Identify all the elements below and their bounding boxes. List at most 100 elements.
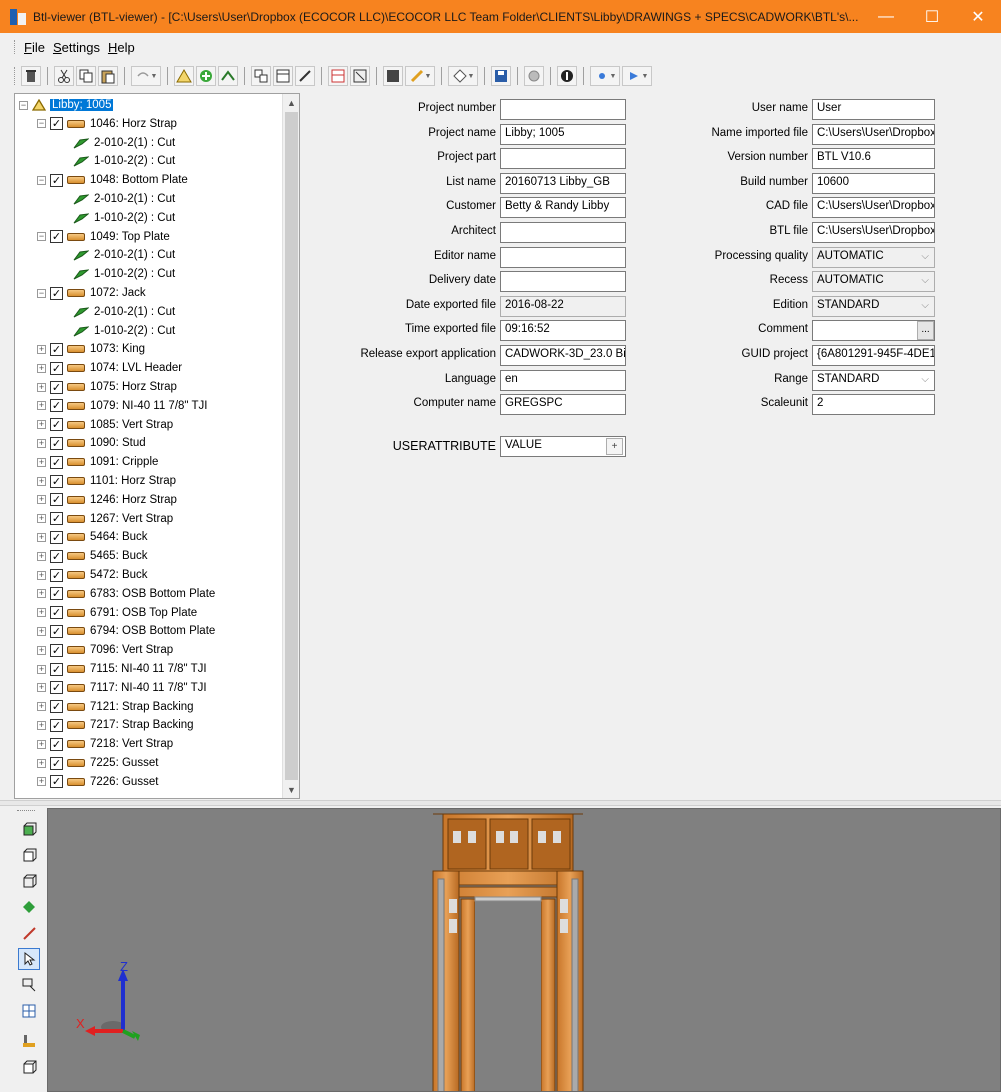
expand-toggle-icon[interactable]: +: [37, 476, 46, 486]
tree-node[interactable]: + ✓ 1073: King: [37, 340, 145, 358]
tree-node[interactable]: 1-010-2(2) : Cut: [73, 152, 175, 170]
expand-toggle-icon[interactable]: +: [37, 438, 46, 448]
part-checkbox[interactable]: ✓: [50, 399, 63, 413]
part-checkbox[interactable]: ✓: [50, 606, 63, 620]
tree-node[interactable]: + ✓ 6791: OSB Top Plate: [37, 604, 197, 622]
expand-toggle-icon[interactable]: +: [37, 344, 46, 354]
name-imported-field[interactable]: C:\Users\User\Dropbox: [812, 123, 935, 145]
part-checkbox[interactable]: ✓: [50, 342, 63, 356]
menu-file[interactable]: File: [20, 40, 49, 55]
measure-button[interactable]: [18, 922, 40, 944]
tree-node[interactable]: + ✓ 1075: Horz Strap: [37, 378, 177, 396]
build-number-field[interactable]: 10600: [812, 172, 935, 194]
expand-toggle-icon[interactable]: +: [37, 626, 46, 636]
tree-node[interactable]: 2-010-2(1) : Cut: [73, 190, 175, 208]
tree-root[interactable]: − Libby; 1005: [19, 96, 114, 114]
editor-name-field[interactable]: [500, 246, 626, 268]
tree-node[interactable]: + ✓ 7121: Strap Backing: [37, 698, 194, 716]
nav-prev-button[interactable]: ▼: [590, 66, 620, 86]
view-front-button[interactable]: [18, 818, 40, 840]
part-checkbox[interactable]: ✓: [50, 230, 63, 244]
expand-toggle-icon[interactable]: +: [37, 551, 46, 561]
tree-node[interactable]: 1-010-2(2) : Cut: [73, 265, 175, 283]
tree-node[interactable]: + ✓ 1267: Vert Strap: [37, 510, 173, 528]
btl-file-field[interactable]: C:\Users\User\Dropbox: [812, 222, 935, 243]
part-checkbox[interactable]: ✓: [50, 380, 63, 394]
tree-node[interactable]: − ✓ 1046: Horz Strap: [37, 115, 177, 133]
tree-node[interactable]: + ✓ 1246: Horz Strap: [37, 491, 177, 509]
tree-node[interactable]: 2-010-2(1) : Cut: [73, 246, 175, 264]
tree-node[interactable]: + ✓ 1091: Cripple: [37, 453, 158, 471]
expand-toggle-icon[interactable]: +: [37, 664, 46, 674]
table-button[interactable]: [328, 66, 348, 86]
minimize-button[interactable]: —: [863, 0, 909, 33]
project-number-field[interactable]: [500, 99, 626, 120]
level-button[interactable]: [18, 1030, 40, 1052]
scroll-thumb[interactable]: [285, 112, 298, 780]
list-name-field[interactable]: 20160713 Libby_GB: [500, 172, 626, 194]
range-field[interactable]: STANDARD ⌵: [812, 369, 935, 391]
copy-button[interactable]: [76, 66, 96, 86]
triangle-button[interactable]: [174, 66, 194, 86]
tree-node[interactable]: + ✓ 7115: NI-40 11 7/8" TJI: [37, 660, 207, 678]
tree-node[interactable]: + ✓ 1074: LVL Header: [37, 359, 182, 377]
tree-node[interactable]: 2-010-2(1) : Cut: [73, 303, 175, 321]
expand-toggle-icon[interactable]: +: [37, 401, 46, 411]
part-checkbox[interactable]: ✓: [50, 718, 63, 732]
part-checkbox[interactable]: ✓: [50, 117, 63, 131]
maximize-button[interactable]: ☐: [909, 0, 955, 33]
expand-toggle-icon[interactable]: +: [37, 570, 46, 580]
expand-toggle-icon[interactable]: +: [37, 645, 46, 655]
tree-node[interactable]: 2-010-2(1) : Cut: [73, 134, 175, 152]
tree-node[interactable]: 1-010-2(2) : Cut: [73, 209, 175, 227]
tree-node[interactable]: + ✓ 7117: NI-40 11 7/8" TJI: [37, 679, 207, 697]
userattribute-value[interactable]: VALUE +: [500, 436, 626, 457]
part-checkbox[interactable]: ✓: [50, 173, 63, 187]
tree-panel[interactable]: − Libby; 1005− ✓ 1046: Horz Strap 2-010-2(1)…: [14, 93, 300, 799]
tree-node[interactable]: 1-010-2(2) : Cut: [73, 322, 175, 340]
expand-toggle-icon[interactable]: +: [37, 683, 46, 693]
pointer-button[interactable]: [18, 948, 40, 970]
expand-toggle-icon[interactable]: +: [37, 514, 46, 524]
version-number-field[interactable]: BTL V10.6: [812, 148, 935, 170]
3d-viewport[interactable]: Z X: [47, 808, 1001, 1092]
expand-toggle-icon[interactable]: +: [37, 495, 46, 505]
tree-node[interactable]: + ✓ 1079: NI-40 11 7/8" TJI: [37, 397, 207, 415]
info-button[interactable]: [557, 66, 577, 86]
grid-button[interactable]: [383, 66, 403, 86]
fit-button[interactable]: [18, 1000, 40, 1022]
tree-node[interactable]: − ✓ 1049: Top Plate: [37, 228, 170, 246]
guid-project-field[interactable]: {6A801291-945F-4DE1-: [812, 345, 935, 366]
nav-next-button[interactable]: ▼: [622, 66, 652, 86]
part-checkbox[interactable]: ✓: [50, 512, 63, 526]
customer-field[interactable]: Betty & Randy Libby: [500, 197, 626, 219]
part-checkbox[interactable]: ✓: [50, 418, 63, 432]
cut-button[interactable]: [54, 66, 74, 86]
layout2-button[interactable]: [273, 66, 293, 86]
delete-button[interactable]: [21, 66, 41, 86]
architect-field[interactable]: [500, 222, 626, 243]
part-checkbox[interactable]: ✓: [50, 624, 63, 638]
computer-name-field[interactable]: GREGSPC: [500, 394, 626, 416]
view-iso2-button[interactable]: [18, 870, 40, 892]
pencil-button[interactable]: ▼: [405, 66, 435, 86]
tree-node[interactable]: + ✓ 1085: Vert Strap: [37, 416, 173, 434]
view-iso-button[interactable]: [18, 844, 40, 866]
part-checkbox[interactable]: ✓: [50, 587, 63, 601]
project-part-field[interactable]: [500, 148, 626, 170]
part-checkbox[interactable]: ✓: [50, 361, 63, 375]
tree-node[interactable]: + ✓ 5472: Buck: [37, 566, 148, 584]
part-checkbox[interactable]: ✓: [50, 493, 63, 507]
tree-node[interactable]: + ✓ 5465: Buck: [37, 547, 148, 565]
tree-node[interactable]: + ✓ 1090: Stud: [37, 434, 146, 452]
tree-node[interactable]: + ✓ 7225: Gusset: [37, 754, 158, 772]
tree-node[interactable]: + ✓ 1101: Horz Strap: [37, 472, 176, 490]
tree-node[interactable]: − ✓ 1048: Bottom Plate: [37, 171, 188, 189]
part-checkbox[interactable]: ✓: [50, 700, 63, 714]
part-checkbox[interactable]: ✓: [50, 286, 63, 300]
expand-toggle-icon[interactable]: +: [37, 420, 46, 430]
expand-toggle-icon[interactable]: +: [37, 382, 46, 392]
eraser-button[interactable]: ▼: [448, 66, 478, 86]
tree-node[interactable]: + ✓ 7096: Vert Strap: [37, 641, 173, 659]
zoom-window-button[interactable]: [18, 974, 40, 996]
